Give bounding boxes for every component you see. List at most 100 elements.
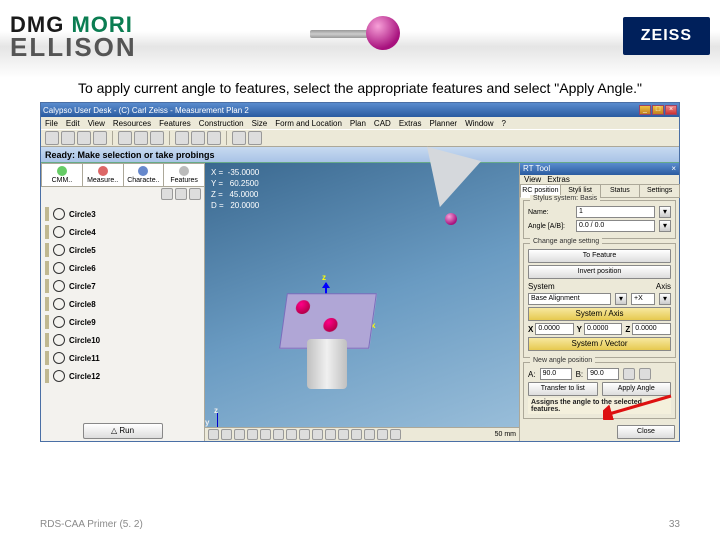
toolbar-icon[interactable] [118,131,132,145]
menu-extras[interactable]: Extras [399,119,422,128]
toolbar-icon[interactable] [134,131,148,145]
tab-cmm[interactable]: CMM.. [41,163,83,186]
rt-menu-extras[interactable]: Extras [547,175,570,184]
panel-close-button[interactable]: Close [617,425,675,439]
toolbar-icon[interactable] [61,131,75,145]
panel-close-icon[interactable]: × [671,163,676,175]
rt-menu-view[interactable]: View [524,175,541,184]
base-alignment-select[interactable]: Base Alignment [528,293,611,305]
feature-row[interactable]: Circle4 [43,223,202,241]
toolbar-icon[interactable] [77,131,91,145]
feature-list: Circle3 Circle4 Circle5 Circle6 Circle7 … [41,203,204,421]
view-tool-icon[interactable] [247,429,258,440]
minimize-button[interactable]: _ [639,105,651,115]
3d-viewport[interactable]: X = -35.0000 Y = 60.2500 Z = 45.0000 D =… [205,163,519,441]
run-button[interactable]: △ Run [83,423,163,439]
menu-help[interactable]: ? [502,119,506,128]
system-vector-button[interactable]: System / Vector [528,337,671,351]
tab-characteristics[interactable]: Characte.. [123,163,165,186]
calypso-window: Calypso User Desk - (C) Carl Zeiss - Mea… [40,102,680,442]
a-input[interactable]: 90.0 [540,368,572,380]
view-tool-icon[interactable] [338,429,349,440]
toolbar-icon[interactable] [93,131,107,145]
toolbar-icon[interactable] [232,131,246,145]
view-tool-icon[interactable] [325,429,336,440]
name-input[interactable]: 1 [576,206,655,218]
footer-left: RDS-CAA Primer (5. 2) [40,519,143,530]
group-stylus-system: Stylus system: Basis Name:1▾ Angle [A/B]… [523,200,676,239]
view-tool-icon[interactable] [377,429,388,440]
feature-row[interactable]: Circle5 [43,241,202,259]
close-button[interactable]: × [665,105,677,115]
view-tool-icon[interactable] [273,429,284,440]
system-axis-button[interactable]: System / Axis [528,307,671,321]
feature-row[interactable]: Circle6 [43,259,202,277]
menu-edit[interactable]: Edit [66,119,80,128]
toolbar-icon[interactable] [150,131,164,145]
angle-icon[interactable] [623,368,635,380]
scale-label: 50 mm [495,431,516,438]
feature-row[interactable]: Circle11 [43,349,202,367]
view-tool-icon[interactable] [234,429,245,440]
toolbar-icon[interactable] [175,131,189,145]
feature-row[interactable]: Circle9 [43,313,202,331]
menubar[interactable]: File Edit View Resources Features Constr… [41,117,679,129]
view-tool-icon[interactable] [299,429,310,440]
transfer-to-list-button[interactable]: Transfer to list [528,382,598,396]
feature-tool-icon[interactable] [161,188,173,200]
apply-angle-tooltip: Assigns the angle to the selected featur… [528,398,671,414]
view-tool-icon[interactable] [390,429,401,440]
menu-resources[interactable]: Resources [113,119,151,128]
feature-row[interactable]: Circle10 [43,331,202,349]
menu-plan[interactable]: Plan [350,119,366,128]
invert-position-button[interactable]: Invert position [528,265,671,279]
menu-window[interactable]: Window [465,119,493,128]
to-feature-button[interactable]: To Feature [528,249,671,263]
menu-file[interactable]: File [45,119,58,128]
view-tool-icon[interactable] [312,429,323,440]
view-tool-icon[interactable] [221,429,232,440]
tab-settings[interactable]: Settings [639,184,680,198]
feature-row[interactable]: Circle7 [43,277,202,295]
view-tool-icon[interactable] [351,429,362,440]
dropdown-icon[interactable]: ▾ [659,293,671,305]
feature-tool-icon[interactable] [175,188,187,200]
menu-form-location[interactable]: Form and Location [275,119,342,128]
tab-status[interactable]: Status [600,184,641,198]
angle-input[interactable]: 0.0 / 0.0 [576,220,655,232]
circle-icon [53,334,65,346]
apply-angle-button[interactable]: Apply Angle [602,382,672,396]
tab-measure[interactable]: Measure.. [82,163,124,186]
maximize-button[interactable]: □ [652,105,664,115]
axis-select[interactable]: +X [631,293,655,305]
toolbar-icon[interactable] [248,131,262,145]
dropdown-icon[interactable]: ▾ [615,293,627,305]
b-input[interactable]: 90.0 [587,368,619,380]
angle-icon[interactable] [639,368,651,380]
menu-size[interactable]: Size [252,119,268,128]
view-tool-icon[interactable] [364,429,375,440]
menu-construction[interactable]: Construction [199,119,244,128]
z-input[interactable]: 0.0000 [632,323,671,335]
view-tool-icon[interactable] [208,429,219,440]
tab-features[interactable]: Features [163,163,205,186]
left-panel: CMM.. Measure.. Characte.. Features Circ… [41,163,205,441]
feature-row[interactable]: Circle8 [43,295,202,313]
y-input[interactable]: 0.0000 [584,323,622,335]
x-input[interactable]: 0.0000 [535,323,573,335]
view-tool-icon[interactable] [260,429,271,440]
feature-row[interactable]: Circle3 [43,205,202,223]
toolbar-icon[interactable] [191,131,205,145]
menu-features[interactable]: Features [159,119,191,128]
menu-view[interactable]: View [88,119,105,128]
menu-cad[interactable]: CAD [374,119,391,128]
name-dropdown-icon[interactable]: ▾ [659,206,671,218]
menu-planner[interactable]: Planner [429,119,457,128]
view-tool-icon[interactable] [286,429,297,440]
zeiss-logo: ZEISS [623,17,710,55]
feature-tool-icon[interactable] [189,188,201,200]
feature-row[interactable]: Circle12 [43,367,202,385]
toolbar-icon[interactable] [207,131,221,145]
angle-dropdown-icon[interactable]: ▾ [659,220,671,232]
toolbar-icon[interactable] [45,131,59,145]
